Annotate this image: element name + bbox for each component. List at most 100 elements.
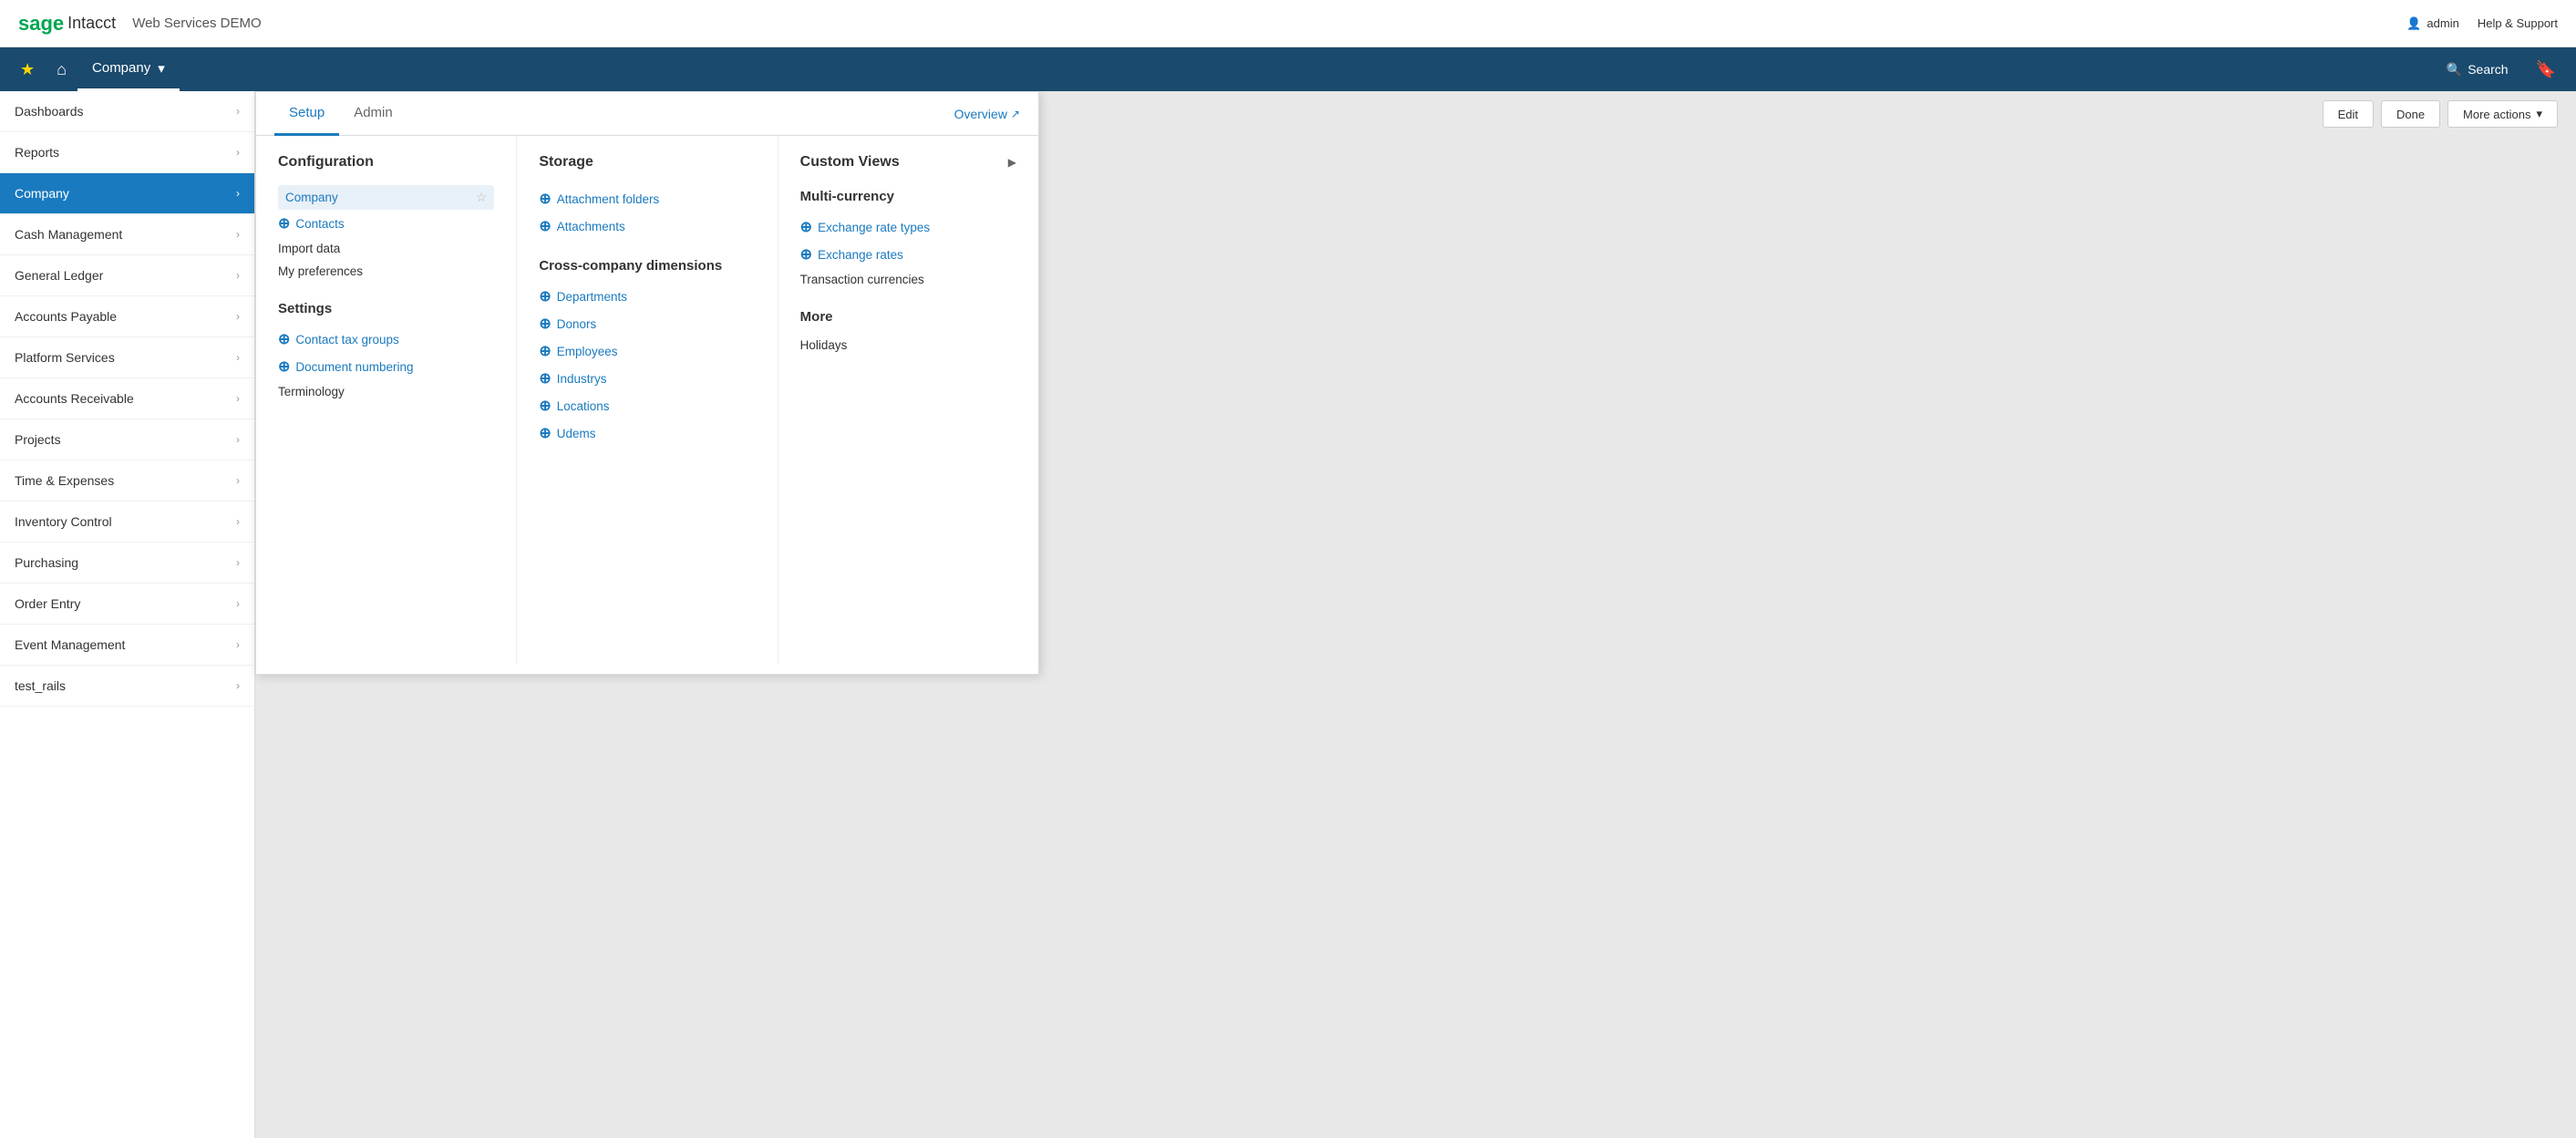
more-actions-label: More actions bbox=[2463, 108, 2530, 121]
attachment-folders-label: Attachment folders bbox=[557, 192, 660, 206]
sidebar-item-platform-services[interactable]: Platform Services › bbox=[0, 337, 254, 378]
flyout-employees-link[interactable]: ⊕ Employees bbox=[539, 337, 755, 365]
sidebar-item-order-entry[interactable]: Order Entry› bbox=[0, 584, 254, 625]
attachment-folders-plus-icon: ⊕ bbox=[539, 190, 551, 208]
flyout-import-link[interactable]: Import data bbox=[278, 237, 494, 260]
settings-title: Settings bbox=[278, 301, 494, 316]
sidebar-item-test-rails[interactable]: test_rails › bbox=[0, 666, 254, 707]
flyout-departments-link[interactable]: ⊕ Departments bbox=[539, 283, 755, 310]
flyout-contact-tax-link[interactable]: ⊕ Contact tax groups bbox=[278, 326, 494, 353]
sidebar-item-time-expenses[interactable]: Time & Expenses› bbox=[0, 460, 254, 502]
overview-link[interactable]: Overview ↗ bbox=[954, 107, 1020, 121]
flyout-exchange-rates-link[interactable]: ⊕ Exchange rates bbox=[800, 241, 1016, 268]
flyout-col-1: Configuration Company ☆ ⊕ Contacts Impor… bbox=[256, 136, 517, 665]
sidebar-item-projects[interactable]: Projects› bbox=[0, 419, 254, 460]
flyout-attachments-link[interactable]: ⊕ Attachments bbox=[539, 212, 755, 240]
flyout-holidays-link[interactable]: Holidays bbox=[800, 334, 1016, 357]
exchange-rates-label: Exchange rates bbox=[818, 248, 903, 262]
flyout-company-link[interactable]: Company ☆ bbox=[278, 185, 494, 210]
attachments-label: Attachments bbox=[557, 220, 625, 233]
flyout-col-3: Custom Views ▶ Multi-currency ⊕ Exchange… bbox=[778, 136, 1038, 665]
departments-label: Departments bbox=[557, 290, 627, 304]
more-actions-button[interactable]: More actions ▾ bbox=[2447, 100, 2558, 128]
employees-plus-icon: ⊕ bbox=[539, 342, 551, 360]
company-star-icon[interactable]: ☆ bbox=[476, 190, 488, 205]
search-label: Search bbox=[2468, 62, 2508, 77]
flyout-panel: Setup Admin Overview ↗ Configuration Co bbox=[255, 91, 1039, 675]
action-buttons: Edit Done More actions ▾ bbox=[2323, 100, 2558, 128]
search-button[interactable]: 🔍 Search bbox=[2434, 47, 2521, 91]
flyout-attachment-folders-link[interactable]: ⊕ Attachment folders bbox=[539, 185, 755, 212]
sidebar-chevron-icon: › bbox=[236, 597, 240, 610]
contacts-plus-icon: ⊕ bbox=[278, 214, 290, 233]
home-icon[interactable]: ⌂ bbox=[46, 60, 77, 79]
departments-plus-icon: ⊕ bbox=[539, 287, 551, 305]
overview-label: Overview bbox=[954, 107, 1007, 121]
sidebar-chevron-icon: › bbox=[236, 474, 240, 487]
sidebar-chevron-icon: › bbox=[236, 679, 240, 692]
flyout-terminology-link[interactable]: Terminology bbox=[278, 380, 494, 403]
sidebar-item-cash-management[interactable]: Cash Management› bbox=[0, 214, 254, 255]
sidebar-item-inventory-control[interactable]: Inventory Control› bbox=[0, 502, 254, 543]
flyout-locations-link[interactable]: ⊕ Locations bbox=[539, 392, 755, 419]
done-button[interactable]: Done bbox=[2381, 100, 2440, 128]
flyout-industrys-link[interactable]: ⊕ Industrys bbox=[539, 365, 755, 392]
sage-wordmark: sage bbox=[18, 12, 64, 36]
sidebar-item-reports[interactable]: Reports › bbox=[0, 132, 254, 173]
top-bar-right: 👤 admin Help & Support bbox=[2406, 16, 2558, 31]
flyout-doc-numbering-link[interactable]: ⊕ Document numbering bbox=[278, 353, 494, 380]
flyout-col-2: Storage ⊕ Attachment folders ⊕ Attachmen… bbox=[517, 136, 778, 665]
employees-label: Employees bbox=[557, 345, 618, 358]
udems-label: Udems bbox=[557, 427, 596, 440]
sidebar-item-accounts-payable[interactable]: Accounts Payable› bbox=[0, 296, 254, 337]
sidebar-item-purchasing[interactable]: Purchasing › bbox=[0, 543, 254, 584]
sidebar-chevron-icon: › bbox=[236, 351, 240, 364]
intacct-wordmark: Intacct bbox=[67, 14, 116, 33]
flyout-donors-link[interactable]: ⊕ Donors bbox=[539, 310, 755, 337]
main-nav: Dashboards › Reports › Company › Cash Manageme… bbox=[0, 91, 255, 1138]
sidebar-item-label: Company bbox=[15, 186, 69, 201]
sidebar-chevron-icon: › bbox=[236, 187, 240, 200]
sidebar-item-dashboards[interactable]: Dashboards › bbox=[0, 91, 254, 132]
company-nav-label: Company bbox=[92, 60, 150, 76]
flyout-exchange-rate-types-link[interactable]: ⊕ Exchange rate types bbox=[800, 213, 1016, 241]
sidebar-item-label: Reports bbox=[15, 145, 59, 160]
flyout-contacts-link[interactable]: ⊕ Contacts bbox=[278, 210, 494, 237]
donors-label: Donors bbox=[557, 317, 597, 331]
sidebar-chevron-icon: › bbox=[236, 146, 240, 159]
exchange-rate-types-label: Exchange rate types bbox=[818, 221, 930, 234]
flyout-udems-link[interactable]: ⊕ Udems bbox=[539, 419, 755, 447]
contact-tax-label: Contact tax groups bbox=[295, 333, 398, 347]
flyout-myprefs-link[interactable]: My preferences bbox=[278, 260, 494, 283]
sidebar-item-label: Purchasing bbox=[15, 555, 78, 570]
logo-area: sage Intacct Web Services DEMO bbox=[18, 12, 262, 36]
sidebar-item-accounts-receivable[interactable]: Accounts Receivable› bbox=[0, 378, 254, 419]
demo-label: Web Services DEMO bbox=[132, 16, 261, 31]
favorites-star-icon[interactable]: ★ bbox=[9, 60, 46, 79]
sidebar-item-company[interactable]: Company › bbox=[0, 173, 254, 214]
doc-numbering-label: Document numbering bbox=[295, 360, 413, 374]
sidebar-chevron-icon: › bbox=[236, 105, 240, 118]
sidebar-chevron-icon: › bbox=[236, 556, 240, 569]
nav-bar: ★ ⌂ Company ▾ 🔍 Search 🔖 bbox=[0, 47, 2576, 91]
industrys-label: Industrys bbox=[557, 372, 607, 386]
company-nav-button[interactable]: Company ▾ bbox=[77, 47, 180, 91]
help-link[interactable]: Help & Support bbox=[2478, 16, 2558, 30]
flyout-content: Configuration Company ☆ ⊕ Contacts Impor… bbox=[256, 136, 1038, 665]
sidebar-item-label: test_rails bbox=[15, 678, 66, 693]
sidebar-chevron-icon: › bbox=[236, 392, 240, 405]
tab-setup[interactable]: Setup bbox=[274, 92, 339, 136]
sidebar-item-label: Platform Services bbox=[15, 350, 115, 365]
sidebar-item-general-ledger[interactable]: General Ledger› bbox=[0, 255, 254, 296]
edit-button[interactable]: Edit bbox=[2323, 100, 2374, 128]
sidebar-chevron-icon: › bbox=[236, 433, 240, 446]
user-area[interactable]: 👤 admin bbox=[2406, 16, 2459, 31]
flyout-transaction-currencies-link[interactable]: Transaction currencies bbox=[800, 268, 1016, 291]
bookmark-icon[interactable]: 🔖 bbox=[2525, 60, 2567, 79]
contact-tax-plus-icon: ⊕ bbox=[278, 330, 290, 348]
sidebar-item-label: Dashboards bbox=[15, 104, 84, 119]
sidebar-item-event-management[interactable]: Event Management› bbox=[0, 625, 254, 666]
tab-admin[interactable]: Admin bbox=[339, 92, 407, 136]
multi-currency-title: Multi-currency bbox=[800, 189, 1016, 204]
cross-company-title: Cross-company dimensions bbox=[539, 258, 755, 274]
